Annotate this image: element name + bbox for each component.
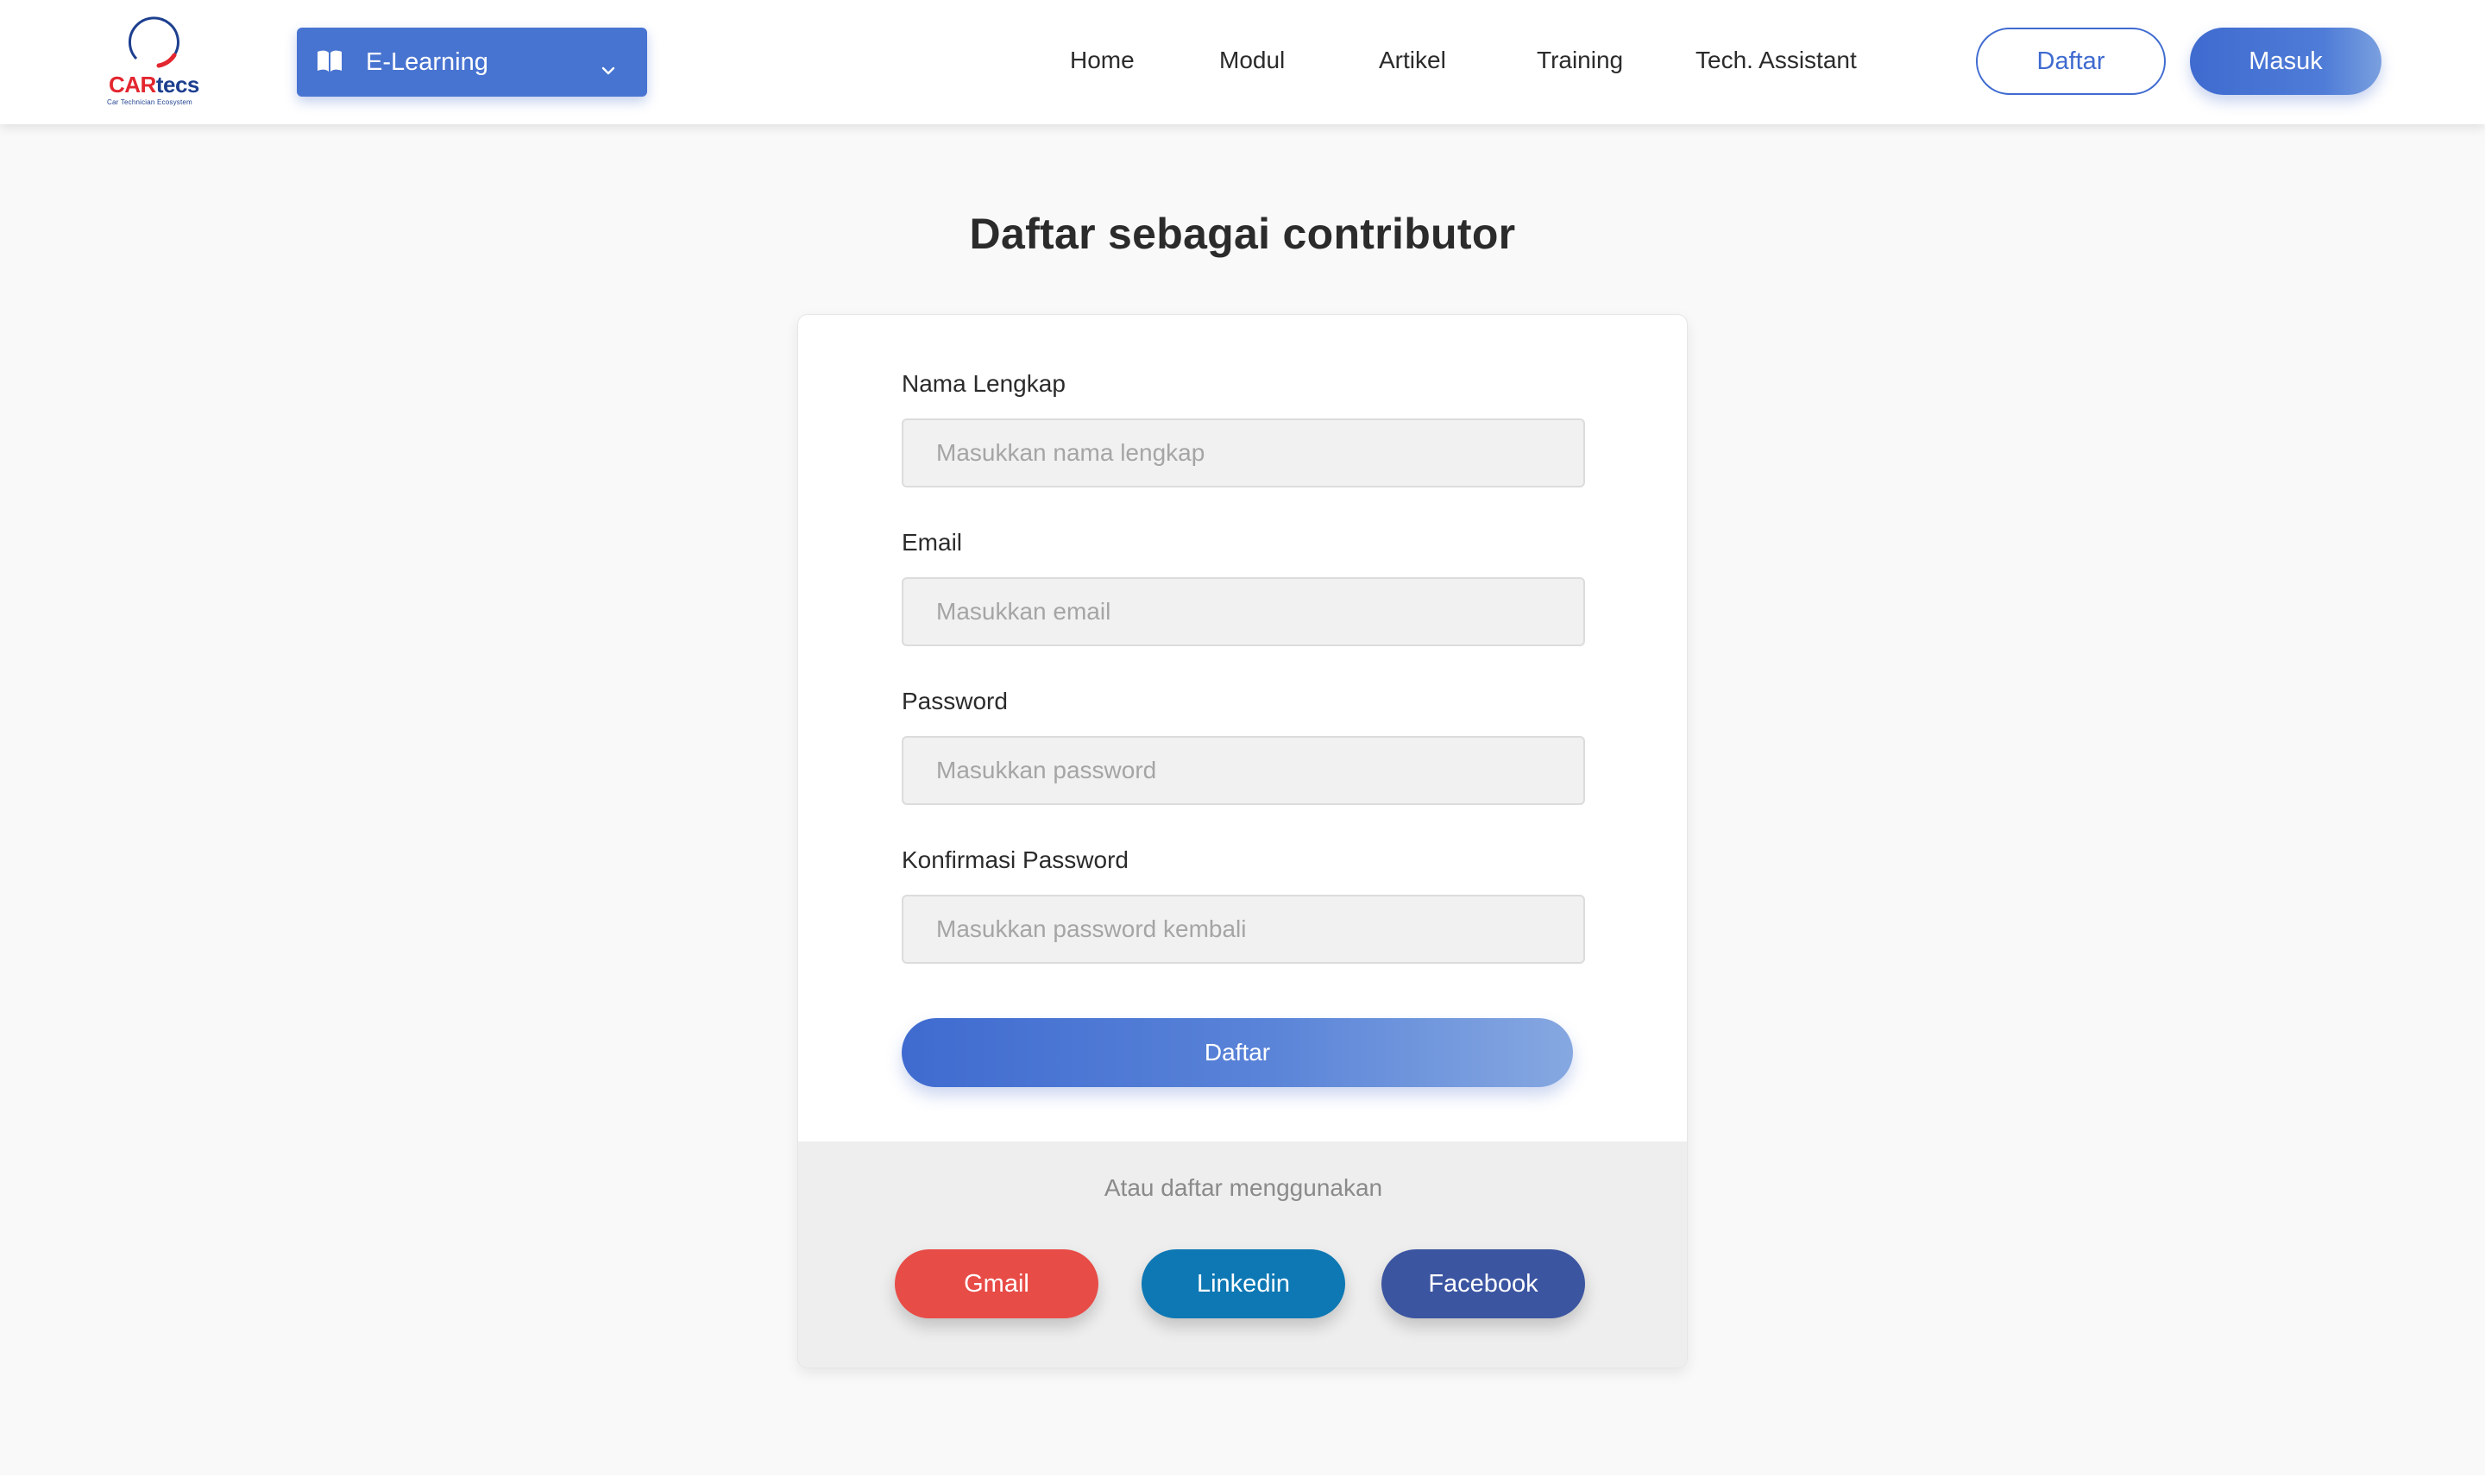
social-login-prompt: Atau daftar menggunakan — [1104, 1174, 1383, 1201]
logo-tagline: Car Technician Ecosystem — [107, 98, 192, 106]
linkedin-button[interactable]: Linkedin — [1142, 1249, 1345, 1318]
nav-link-artikel[interactable]: Artikel — [1379, 45, 1446, 76]
nav-link-home[interactable]: Home — [1070, 45, 1135, 76]
nav-link-training[interactable]: Training — [1537, 45, 1623, 76]
email-input[interactable] — [902, 577, 1585, 646]
category-dropdown[interactable]: E-Learning — [297, 28, 647, 97]
full-name-input[interactable] — [902, 418, 1585, 487]
gmail-button[interactable]: Gmail — [895, 1249, 1098, 1318]
nav-link-tech-assistant[interactable]: Tech. Assistant — [1695, 45, 1857, 76]
register-button[interactable]: Daftar — [1976, 28, 2166, 95]
top-navbar: CARtecs Car Technician Ecosystem E-Learn… — [0, 0, 2485, 124]
logo-swoosh-icon — [128, 16, 179, 68]
category-dropdown-label: E-Learning — [366, 48, 488, 76]
password-input[interactable] — [902, 736, 1585, 805]
confirm-password-label: Konfirmasi Password — [902, 846, 1129, 873]
page-title: Daftar sebagai contributor — [969, 210, 1516, 258]
nav-link-modul[interactable]: Modul — [1219, 45, 1285, 76]
cartecs-logo[interactable]: CARtecs Car Technician Ecosystem — [104, 12, 216, 109]
book-open-icon — [316, 48, 343, 81]
password-label: Password — [902, 688, 1008, 714]
submit-register-button[interactable]: Daftar — [902, 1018, 1573, 1087]
facebook-button[interactable]: Facebook — [1381, 1249, 1585, 1318]
registration-card: Nama Lengkap Email Password Konfirmasi P… — [797, 314, 1688, 1368]
logo-wordmark: CARtecs — [109, 72, 199, 97]
chevron-down-icon — [601, 55, 616, 84]
full-name-label: Nama Lengkap — [902, 370, 1066, 397]
confirm-password-input[interactable] — [902, 895, 1585, 964]
page-bottom-edge — [0, 1475, 2485, 1484]
login-button[interactable]: Masuk — [2190, 28, 2381, 95]
email-label: Email — [902, 529, 963, 556]
